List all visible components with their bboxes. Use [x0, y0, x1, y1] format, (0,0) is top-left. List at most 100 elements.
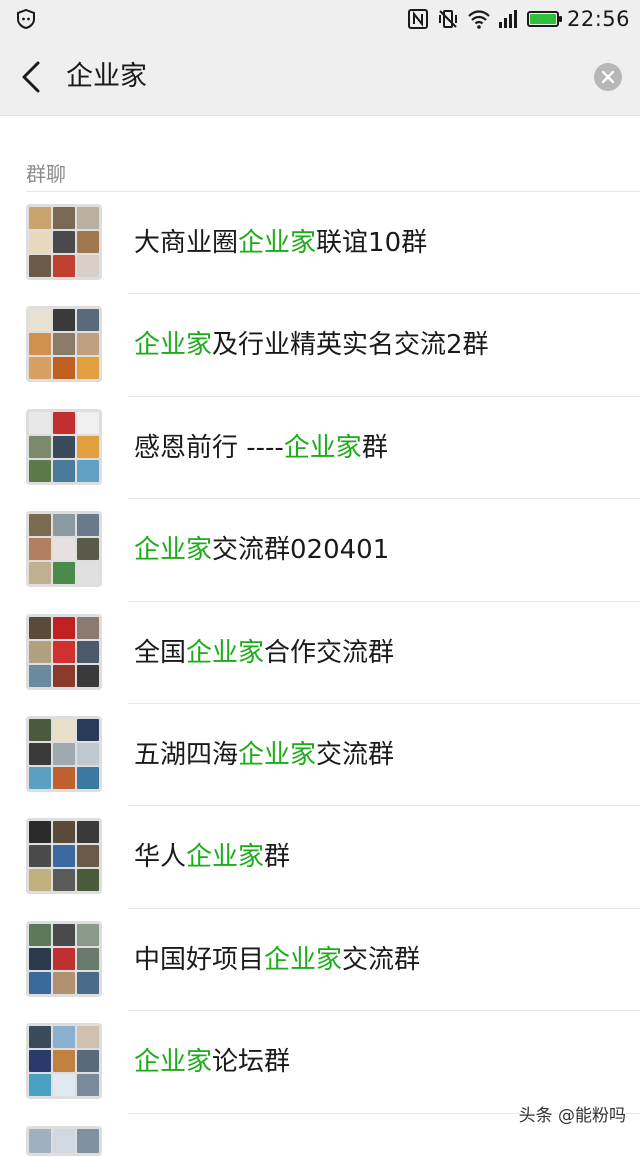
avatar-tile	[53, 641, 75, 663]
avatar-tile	[77, 207, 99, 229]
group-name: 感恩前行 ----企业家群	[134, 429, 388, 467]
avatar-tile	[53, 231, 75, 253]
group-row[interactable]: 华人企业家群	[0, 806, 640, 908]
avatar-tile	[53, 1050, 75, 1072]
group-row[interactable]: 企业家论坛群	[0, 1011, 640, 1113]
avatar-tile	[77, 562, 99, 584]
avatar-tile	[77, 743, 99, 765]
group-name-highlight: 企业家	[186, 842, 264, 872]
group-name: 企业家交流群020401	[134, 531, 389, 569]
group-avatar	[26, 614, 102, 690]
avatar-tile	[77, 948, 99, 970]
avatar-tile	[53, 562, 75, 584]
avatar-tile	[77, 357, 99, 379]
group-avatar	[26, 1023, 102, 1099]
avatar-tile	[29, 972, 51, 994]
avatar-tile	[53, 665, 75, 687]
group-name: 华人企业家群	[134, 838, 290, 876]
group-name-prefix: 感恩前行 ----	[134, 433, 284, 463]
avatar-tile	[29, 255, 51, 277]
group-row[interactable]: 大商业圈企业家联谊10群	[0, 192, 640, 294]
group-name-highlight: 企业家	[134, 330, 212, 360]
group-avatar	[26, 511, 102, 587]
group-name: 全国企业家合作交流群	[134, 634, 394, 672]
avatar-tile	[53, 1074, 75, 1096]
group-row[interactable]: 中国好项目企业家交流群	[0, 909, 640, 1011]
avatar-tile	[53, 924, 75, 946]
avatar-tile	[77, 617, 99, 639]
status-bar: 22:56	[0, 0, 640, 38]
avatar-tile	[53, 948, 75, 970]
avatar-tile	[29, 1129, 51, 1153]
avatar-tile	[29, 845, 51, 867]
avatar-tile	[29, 538, 51, 560]
avatar-tile	[29, 869, 51, 891]
avatar-tile	[29, 460, 51, 482]
avatar-tile	[29, 1050, 51, 1072]
avatar-tile	[77, 436, 99, 458]
group-name-prefix: 大商业圈	[134, 228, 238, 258]
avatar-tile	[53, 309, 75, 331]
clear-icon[interactable]	[594, 63, 622, 91]
avatar-tile	[29, 743, 51, 765]
group-name-prefix: 中国好项目	[134, 945, 264, 975]
avatar-tile	[53, 460, 75, 482]
avatar-tile	[77, 309, 99, 331]
avatar-tile	[53, 767, 75, 789]
group-row[interactable]: 企业家及行业精英实名交流2群	[0, 294, 640, 396]
group-name-suffix: 交流群020401	[212, 535, 389, 565]
avatar-tile	[77, 845, 99, 867]
avatar-tile	[77, 972, 99, 994]
group-row[interactable]: 五湖四海企业家交流群	[0, 704, 640, 806]
avatar-tile	[77, 821, 99, 843]
group-name-suffix: 交流群	[316, 740, 394, 770]
group-name: 大商业圈企业家联谊10群	[134, 224, 427, 262]
group-name-prefix: 全国	[134, 638, 186, 668]
avatar-tile	[53, 1026, 75, 1048]
avatar-tile	[53, 1129, 75, 1153]
avatar-tile	[29, 924, 51, 946]
avatar-tile	[77, 1050, 99, 1072]
avatar-tile	[77, 641, 99, 663]
group-avatar	[26, 818, 102, 894]
avatar-tile	[53, 436, 75, 458]
avatar-tile	[77, 460, 99, 482]
avatar-tile	[77, 333, 99, 355]
avatar-tile	[77, 1129, 99, 1153]
group-avatar	[26, 409, 102, 485]
avatar-tile	[29, 641, 51, 663]
avatar-tile	[53, 617, 75, 639]
avatar-tile	[29, 1026, 51, 1048]
avatar-tile	[53, 333, 75, 355]
search-input[interactable]: 企业家	[66, 58, 147, 96]
group-name: 中国好项目企业家交流群	[134, 941, 420, 979]
avatar-tile	[29, 719, 51, 741]
avatar-tile	[29, 436, 51, 458]
avatar-tile	[77, 924, 99, 946]
avatar-tile	[77, 665, 99, 687]
avatar-tile	[29, 514, 51, 536]
avatar-tile	[53, 821, 75, 843]
group-avatar	[26, 204, 102, 280]
avatar-tile	[77, 231, 99, 253]
avatar-tile	[29, 665, 51, 687]
avatar-tile	[29, 821, 51, 843]
avatar-tile	[53, 207, 75, 229]
avatar-tile	[53, 869, 75, 891]
group-avatar	[26, 716, 102, 792]
chevron-left-icon[interactable]	[18, 60, 48, 94]
avatar-tile	[77, 255, 99, 277]
avatar-tile	[53, 719, 75, 741]
group-name-highlight: 企业家	[238, 740, 316, 770]
avatar-tile	[29, 617, 51, 639]
group-avatar	[26, 1126, 102, 1156]
group-name: 企业家论坛群	[134, 1043, 290, 1081]
group-row[interactable]: 全国企业家合作交流群	[0, 602, 640, 704]
group-name-highlight: 企业家	[134, 535, 212, 565]
avatar-tile	[53, 255, 75, 277]
avatar-tile	[29, 333, 51, 355]
group-avatar	[26, 921, 102, 997]
group-row[interactable]: 感恩前行 ----企业家群	[0, 397, 640, 499]
section-title: 群聊	[26, 158, 66, 187]
group-row[interactable]: 企业家交流群020401	[0, 499, 640, 601]
